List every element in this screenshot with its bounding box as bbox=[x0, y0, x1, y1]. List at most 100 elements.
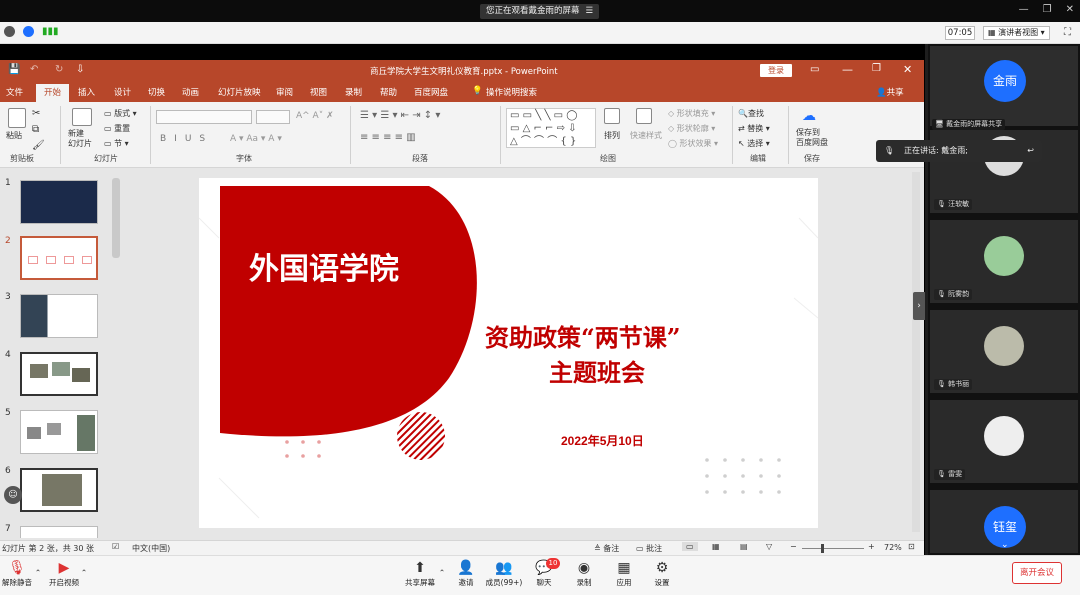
replace-button[interactable]: ⇄ 替换 ▾ bbox=[738, 123, 770, 134]
undo-icon[interactable]: ↶ bbox=[30, 64, 38, 75]
video-tile[interactable]: 金雨 🖥 戴金雨的屏幕共享 bbox=[930, 46, 1078, 130]
video-tile[interactable]: 🎙 雷雯 bbox=[930, 400, 1078, 483]
shield-icon[interactable] bbox=[23, 26, 34, 37]
apps-button[interactable]: ▦ 应用 bbox=[604, 559, 644, 588]
fullscreen-icon[interactable]: ⛶ bbox=[1064, 27, 1071, 38]
font-color-icon[interactable]: A ▾ Aa ▾ A ▾ bbox=[230, 134, 282, 144]
info-icon[interactable] bbox=[4, 26, 15, 37]
font-grow-icon[interactable]: A^ A˅ ✗ bbox=[296, 111, 334, 121]
menu-icon[interactable]: ☰ bbox=[586, 4, 594, 19]
login-button[interactable]: 登录 bbox=[760, 64, 792, 77]
view-mode-button[interactable]: ▦ 演讲者视图 ▾ bbox=[983, 26, 1050, 40]
chevron-up-icon[interactable]: ⌃ bbox=[32, 568, 44, 577]
tell-me-search[interactable]: 操作说明搜索 bbox=[486, 86, 537, 98]
minimize-icon[interactable]: — bbox=[842, 63, 853, 76]
chevron-down-icon[interactable]: ⌄ bbox=[1001, 540, 1009, 550]
slide-thumbnail-7[interactable] bbox=[20, 526, 98, 538]
copy-icon[interactable]: ⧉ bbox=[32, 124, 39, 135]
paste-button[interactable] bbox=[8, 108, 26, 130]
share-screen-button[interactable]: ⬆ 共享屏幕 bbox=[400, 559, 440, 588]
tab-insert[interactable]: 插入 bbox=[78, 86, 95, 98]
reset-button[interactable]: ▭ 重置 bbox=[104, 123, 130, 134]
tab-record[interactable]: 录制 bbox=[345, 86, 362, 98]
signal-icon[interactable]: ▮▮▮ bbox=[42, 26, 59, 37]
zoom-in-icon[interactable]: + bbox=[868, 542, 875, 551]
tab-slideshow[interactable]: 幻灯片放映 bbox=[218, 86, 261, 98]
slide-thumbnail-4[interactable] bbox=[20, 352, 98, 396]
comments-button[interactable]: ▭ 批注 bbox=[636, 543, 662, 554]
viewing-notice[interactable]: 您正在观看戴金雨的屏幕 ☰ bbox=[480, 4, 600, 19]
slide[interactable]: 外国语学院 资助政策“两节课” 主题班会 2022年5月10日 bbox=[199, 178, 818, 528]
minimize-icon[interactable]: — bbox=[1019, 4, 1029, 15]
chevron-up-icon[interactable]: ⌃ bbox=[78, 568, 90, 577]
language-status[interactable]: 中文(中国) bbox=[132, 543, 170, 554]
slide-thumbnail-1[interactable] bbox=[20, 180, 98, 224]
ribbon-options-icon[interactable]: ▭ bbox=[810, 64, 819, 75]
video-tile[interactable]: 🎙 阮雾韵 bbox=[930, 220, 1078, 303]
slide-thumbnail-5[interactable] bbox=[20, 410, 98, 454]
tab-file[interactable]: 文件 bbox=[6, 86, 23, 98]
emoji-reaction-icon[interactable]: ☺ bbox=[4, 486, 22, 504]
find-button[interactable]: 🔍查找 bbox=[738, 108, 764, 119]
leave-meeting-button[interactable]: 离开会议 bbox=[1012, 562, 1062, 584]
reading-view-icon[interactable]: ▤ bbox=[740, 542, 748, 551]
slide-thumbnail-6[interactable] bbox=[20, 468, 98, 512]
unmute-button[interactable]: 🎙 解除静音 bbox=[0, 559, 34, 588]
shape-fill-button[interactable]: ◇ 形状填充 ▾ bbox=[668, 108, 715, 119]
restore-icon[interactable]: ❐ bbox=[872, 63, 881, 74]
thumbnail-scrollbar[interactable] bbox=[112, 178, 120, 258]
tab-home[interactable]: 开始 bbox=[36, 84, 70, 102]
layout-button[interactable]: ▭ 版式 ▾ bbox=[104, 108, 137, 119]
invite-button[interactable]: 👤 邀请 bbox=[446, 559, 486, 588]
zoom-percent[interactable]: 72% bbox=[884, 543, 902, 552]
tab-help[interactable]: 帮助 bbox=[380, 86, 397, 98]
align-icon[interactable]: ≡ ≡ ≡ ≡ ▥ bbox=[360, 132, 416, 143]
close-icon[interactable]: ✕ bbox=[903, 63, 912, 76]
slide-thumbnail-2[interactable] bbox=[20, 236, 98, 280]
zoom-out-icon[interactable]: − bbox=[790, 542, 797, 551]
canvas-scrollbar[interactable] bbox=[912, 172, 920, 532]
save-icon[interactable]: 💾 bbox=[8, 64, 20, 75]
bullets-icon[interactable]: ☰ ▾ ☰ ▾ ⇤ ⇥ ↕ ▾ bbox=[360, 110, 440, 121]
new-slide-button[interactable] bbox=[72, 108, 92, 128]
video-tile[interactable]: 钰玺 ⌄ bbox=[930, 490, 1078, 553]
slide-sorter-icon[interactable]: ▦ bbox=[712, 542, 720, 551]
tab-animations[interactable]: 动画 bbox=[182, 86, 199, 98]
tab-baidu[interactable]: 百度网盘 bbox=[414, 86, 448, 98]
participants-button[interactable]: 👥 成员(99+) bbox=[484, 559, 524, 588]
font-name-select[interactable] bbox=[156, 110, 252, 124]
slideshow-icon[interactable]: ▽ bbox=[766, 542, 772, 551]
back-icon[interactable]: ↩ bbox=[1027, 140, 1034, 162]
zoom-slider-thumb[interactable] bbox=[821, 544, 824, 553]
close-icon[interactable]: ✕ bbox=[1066, 4, 1074, 15]
slide-thumbnail-3[interactable] bbox=[20, 294, 98, 338]
tab-review[interactable]: 审阅 bbox=[276, 86, 293, 98]
font-size-select[interactable] bbox=[256, 110, 290, 124]
chevron-right-icon[interactable]: › bbox=[913, 292, 925, 320]
settings-button[interactable]: ⚙ 设置 bbox=[642, 559, 682, 588]
restore-icon[interactable]: ❐ bbox=[1043, 4, 1052, 15]
share-button[interactable]: 👤共享 bbox=[876, 86, 904, 98]
fit-slide-icon[interactable]: ⊡ bbox=[908, 542, 915, 551]
save-to-baidu-label[interactable]: 保存到 百度网盘 bbox=[796, 128, 828, 148]
notes-button[interactable]: ≜ 备注 bbox=[594, 543, 619, 554]
video-tile[interactable]: 🎙 韩书丽 bbox=[930, 310, 1078, 393]
shapes-gallery[interactable]: ▭ ▭ ╲ ╲ ▭ ◯ ▭ △ ⌐ ⌐ ⇨ ⇩ △ ⌒ ⌒ ⌒ { } bbox=[506, 108, 596, 148]
select-button[interactable]: ↖ 选择 ▾ bbox=[738, 138, 770, 149]
format-painter-icon[interactable]: 🖌 bbox=[32, 140, 45, 151]
section-button[interactable]: ▭ 节 ▾ bbox=[104, 138, 129, 149]
zoom-slider[interactable] bbox=[802, 548, 864, 549]
tab-view[interactable]: 视图 bbox=[310, 86, 327, 98]
tab-design[interactable]: 设计 bbox=[114, 86, 131, 98]
shape-effects-button[interactable]: ◯ 形状效果 ▾ bbox=[668, 138, 718, 149]
shape-outline-button[interactable]: ◇ 形状轮廓 ▾ bbox=[668, 123, 715, 134]
spellcheck-icon[interactable]: ☑ bbox=[112, 542, 119, 551]
tab-transitions[interactable]: 切换 bbox=[148, 86, 165, 98]
record-button[interactable]: ◉ 录制 bbox=[564, 559, 604, 588]
quick-styles-button[interactable] bbox=[636, 108, 652, 126]
customize-qat-icon[interactable]: ⇩ bbox=[76, 64, 84, 75]
font-format-icons[interactable]: BIUS bbox=[160, 134, 213, 144]
normal-view-icon[interactable]: ▭ bbox=[682, 542, 698, 551]
baidu-cloud-icon[interactable]: ☁ bbox=[802, 108, 816, 124]
arrange-button[interactable] bbox=[604, 108, 620, 126]
